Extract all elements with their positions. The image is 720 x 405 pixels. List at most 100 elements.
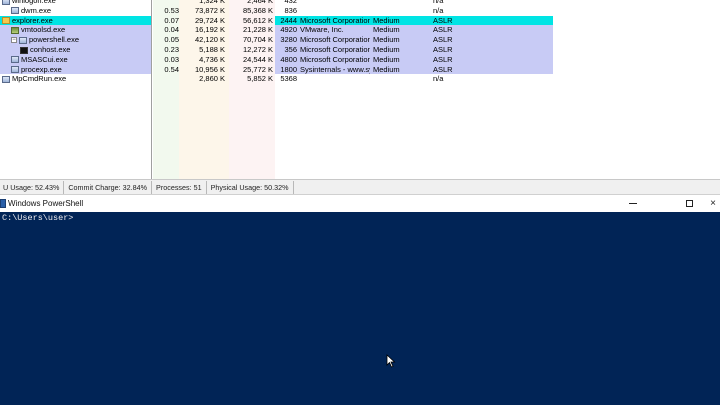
- integrity-cell: Medium: [373, 15, 400, 25]
- process-row-columns[interactable]: 0.04 16,192 K 21,228 K 4920 VMware, Inc. Medi…: [153, 25, 720, 36]
- powershell-titlebar[interactable]: Windows PowerShell ×: [0, 194, 720, 212]
- vm-process-icon: [11, 26, 19, 34]
- working-set-cell: 85,368 K: [242, 5, 273, 15]
- process-row-columns[interactable]: 2,860 K 5,852 K 5368 n/a: [153, 74, 720, 84]
- folder-process-icon: [2, 17, 10, 25]
- minimize-icon: [629, 202, 637, 204]
- integrity-cell: Medium: [373, 45, 400, 54]
- working-set-cell: 24,544 K: [242, 54, 273, 64]
- aslr-cell: ASLR: [433, 25, 453, 35]
- process-row-name[interactable]: MSASCui.exe: [0, 54, 151, 65]
- process-row-name[interactable]: explorer.exe: [0, 15, 151, 26]
- process-name: dwm.exe: [21, 5, 52, 15]
- cpu-cell: 0.23: [164, 45, 179, 54]
- company-cell: Microsoft Corporation: [300, 35, 370, 45]
- integrity-cell: Medium: [373, 54, 400, 64]
- commit-charge-status: Commit Charge: 32.84%: [64, 180, 153, 194]
- aslr-cell: ASLR: [433, 15, 453, 25]
- aslr-cell: n/a: [433, 74, 444, 84]
- private-bytes-cell: 10,956 K: [194, 64, 225, 74]
- minimize-button[interactable]: [620, 195, 646, 213]
- private-bytes-cell: 16,192 K: [194, 25, 225, 35]
- integrity-cell: [373, 74, 423, 84]
- window-process-icon: [2, 75, 10, 83]
- powershell-icon: [0, 199, 6, 208]
- process-name: MpCmdRun.exe: [12, 74, 67, 84]
- company-cell: Sysinternals - www.sys...: [300, 64, 370, 74]
- integrity-cell: Medium: [373, 25, 400, 35]
- physical-usage-status: Physical Usage: 50.32%: [207, 180, 294, 194]
- process-row-name[interactable]: vmtoolsd.exe: [0, 25, 151, 36]
- process-row-columns[interactable]: 0.53 73,872 K 85,368 K 836 n/a: [153, 6, 720, 16]
- pid-cell: 4800: [280, 54, 297, 64]
- process-name: conhost.exe: [30, 45, 71, 54]
- close-button[interactable]: ×: [706, 195, 720, 213]
- private-bytes-cell: 73,872 K: [194, 5, 225, 15]
- window-process-icon: [11, 7, 19, 15]
- process-name: MSASCui.exe: [21, 54, 68, 64]
- cpu-usage-status: U Usage: 52.43%: [0, 180, 65, 194]
- pid-cell: 5368: [280, 74, 297, 84]
- integrity-cell: [373, 6, 423, 16]
- aslr-cell: ASLR: [433, 45, 453, 54]
- process-row-columns[interactable]: 0.54 10,956 K 25,772 K 1800 Sysinternals - w…: [153, 64, 720, 75]
- aslr-cell: ASLR: [433, 35, 453, 45]
- cpu-cell: 0.05: [164, 35, 179, 45]
- process-row-name[interactable]: dwm.exe: [0, 6, 151, 16]
- process-name: powershell.exe: [29, 35, 80, 45]
- process-row-columns[interactable]: 0.03 4,736 K 24,544 K 4800 Microsoft Corpora…: [153, 54, 720, 65]
- process-row-name[interactable]: conhost.exe: [0, 45, 151, 55]
- working-set-cell: 56,612 K: [242, 15, 273, 25]
- company-cell: VMware, Inc.: [300, 25, 344, 35]
- pid-cell: 4920: [280, 25, 297, 35]
- working-set-cell: 25,772 K: [242, 64, 273, 74]
- cpu-cell: 0.54: [164, 64, 179, 74]
- window-process-icon: [2, 0, 10, 5]
- private-bytes-cell: 29,724 K: [194, 15, 225, 25]
- private-bytes-cell: 4,736 K: [199, 54, 225, 64]
- process-name: winlogon.exe: [12, 0, 56, 5]
- command-prompt[interactable]: C:\Users\user>: [2, 212, 73, 224]
- private-bytes-cell: 42,120 K: [194, 35, 225, 45]
- integrity-cell: Medium: [373, 64, 400, 74]
- cpu-cell: 0.53: [164, 5, 179, 15]
- window-process-icon: [19, 36, 27, 44]
- aslr-cell: n/a: [433, 5, 444, 15]
- process-row-columns[interactable]: 0.05 42,120 K 70,704 K 3280 Microsoft Corpor…: [153, 35, 720, 45]
- company-cell: Microsoft Corporation: [300, 15, 370, 25]
- cpu-cell: [155, 74, 179, 84]
- process-row-name[interactable]: − powershell.exe: [0, 35, 151, 45]
- cpu-cell: 0.03: [164, 54, 179, 64]
- company-cell: Microsoft Corporation: [300, 45, 370, 54]
- window-process-icon: [11, 56, 19, 64]
- working-set-cell: 21,228 K: [242, 25, 273, 35]
- collapse-toggle-icon[interactable]: −: [11, 37, 17, 44]
- processes-status: Processes: 51: [152, 180, 207, 194]
- cpu-cell: 0.07: [164, 15, 179, 25]
- pid-cell: 2444: [280, 15, 297, 25]
- process-row-name[interactable]: procexp.exe: [0, 64, 151, 75]
- pid-cell: 1800: [280, 64, 297, 74]
- process-row-columns[interactable]: 0.23 5,188 K 12,272 K 356 Microsoft Corporat…: [153, 45, 720, 55]
- powershell-console[interactable]: C:\Users\user>: [0, 212, 720, 405]
- pid-cell: 3280: [280, 35, 297, 45]
- pid-cell: 356: [284, 45, 297, 54]
- aslr-cell: ASLR: [433, 64, 453, 74]
- console-process-icon: [20, 46, 28, 54]
- process-explorer: winlogon.exe dwm.exe explorer.exe vmtoolsd.…: [0, 0, 720, 179]
- process-row-columns[interactable]: 0.07 29,724 K 56,612 K 2444 Microsoft Corpor…: [153, 15, 720, 26]
- cpu-cell: 0.04: [164, 25, 179, 35]
- window-process-icon: [11, 66, 19, 74]
- company-cell: Microsoft Corporation: [300, 54, 370, 64]
- window-title: Windows PowerShell: [8, 199, 84, 208]
- company-cell: [300, 74, 370, 84]
- process-row-name[interactable]: MpCmdRun.exe: [0, 74, 151, 84]
- process-name: explorer.exe: [12, 15, 53, 25]
- process-columns-pane[interactable]: 1,324 K 2,464 K 432 n/a 0.53 73,872 K 85,368 K…: [153, 0, 720, 179]
- working-set-cell: 70,704 K: [242, 35, 273, 45]
- process-name: vmtoolsd.exe: [21, 25, 66, 35]
- mouse-cursor-icon: [386, 354, 396, 368]
- maximize-icon: [685, 199, 693, 207]
- maximize-button[interactable]: [676, 195, 702, 213]
- process-tree-pane[interactable]: winlogon.exe dwm.exe explorer.exe vmtoolsd.…: [0, 0, 152, 179]
